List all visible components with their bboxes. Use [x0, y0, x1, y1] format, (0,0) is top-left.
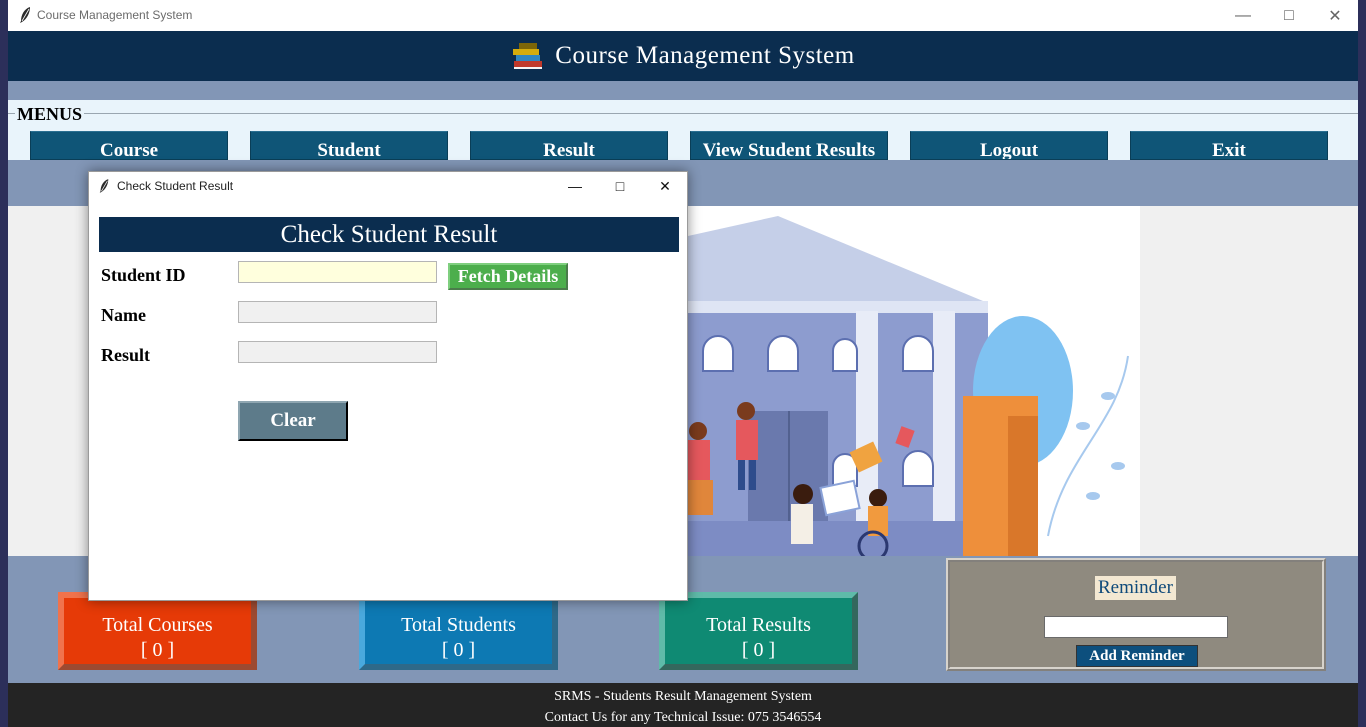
total-courses-box: Total Courses [ 0 ]	[58, 592, 257, 670]
app-header: Course Management System	[8, 31, 1358, 81]
main-titlebar: Course Management System — □ ✕	[8, 0, 1358, 31]
dialog-window-title: Check Student Result	[117, 179, 234, 193]
menus-label: MENUS	[15, 104, 85, 125]
maximize-icon[interactable]: □	[1266, 0, 1312, 31]
check-student-result-dialog: Check Student Result — □ ✕ Check Student…	[88, 171, 688, 601]
reminder-panel: Reminder Add Reminder	[946, 558, 1326, 671]
total-results-value: [ 0 ]	[741, 639, 776, 661]
student-id-label: Student ID	[101, 265, 186, 285]
menus-divider	[8, 113, 1358, 114]
fetch-details-button[interactable]: Fetch Details	[448, 263, 568, 290]
feather-icon	[20, 7, 30, 23]
clear-button[interactable]: Clear	[238, 401, 348, 441]
header-title: Course Management System	[555, 42, 855, 69]
footer-line-1: SRMS - Students Result Management System	[554, 689, 812, 704]
total-courses-value: [ 0 ]	[140, 639, 175, 661]
menu-view-student-results-button[interactable]: View Student Results	[690, 131, 888, 160]
total-students-box: Total Students [ 0 ]	[359, 592, 558, 670]
add-reminder-button[interactable]: Add Reminder	[1076, 645, 1198, 667]
reminder-input[interactable]	[1044, 616, 1228, 638]
total-students-value: [ 0 ]	[441, 639, 476, 661]
name-label: Name	[101, 305, 146, 325]
menu-exit-button[interactable]: Exit	[1130, 131, 1328, 160]
total-courses-label: Total Courses	[102, 614, 213, 636]
result-label: Result	[101, 345, 150, 365]
total-results-label: Total Results	[706, 614, 811, 636]
result-field[interactable]	[238, 341, 437, 363]
menu-course-button[interactable]: Course	[30, 131, 228, 160]
name-field[interactable]	[238, 301, 437, 323]
menu-student-button[interactable]: Student	[250, 131, 448, 160]
minimize-icon[interactable]: —	[552, 172, 598, 200]
main-window-title: Course Management System	[37, 8, 193, 22]
total-results-box: Total Results [ 0 ]	[659, 592, 858, 670]
maximize-icon[interactable]: □	[597, 172, 643, 200]
menu-logout-button[interactable]: Logout	[910, 131, 1108, 160]
total-students-label: Total Students	[401, 614, 516, 636]
feather-icon	[99, 179, 109, 193]
minimize-icon[interactable]: —	[1220, 0, 1266, 31]
reminder-label: Reminder	[1095, 576, 1176, 600]
footer: SRMS - Students Result Management System…	[8, 683, 1358, 727]
books-icon	[513, 43, 543, 69]
campus-illustration	[688, 206, 1140, 556]
footer-line-2: Contact Us for any Technical Issue: 075 …	[544, 710, 822, 725]
close-icon[interactable]: ✕	[1312, 0, 1358, 31]
student-id-input[interactable]	[238, 261, 437, 283]
menu-result-button[interactable]: Result	[470, 131, 668, 160]
close-icon[interactable]: ✕	[642, 172, 688, 200]
dialog-header: Check Student Result	[99, 217, 679, 252]
